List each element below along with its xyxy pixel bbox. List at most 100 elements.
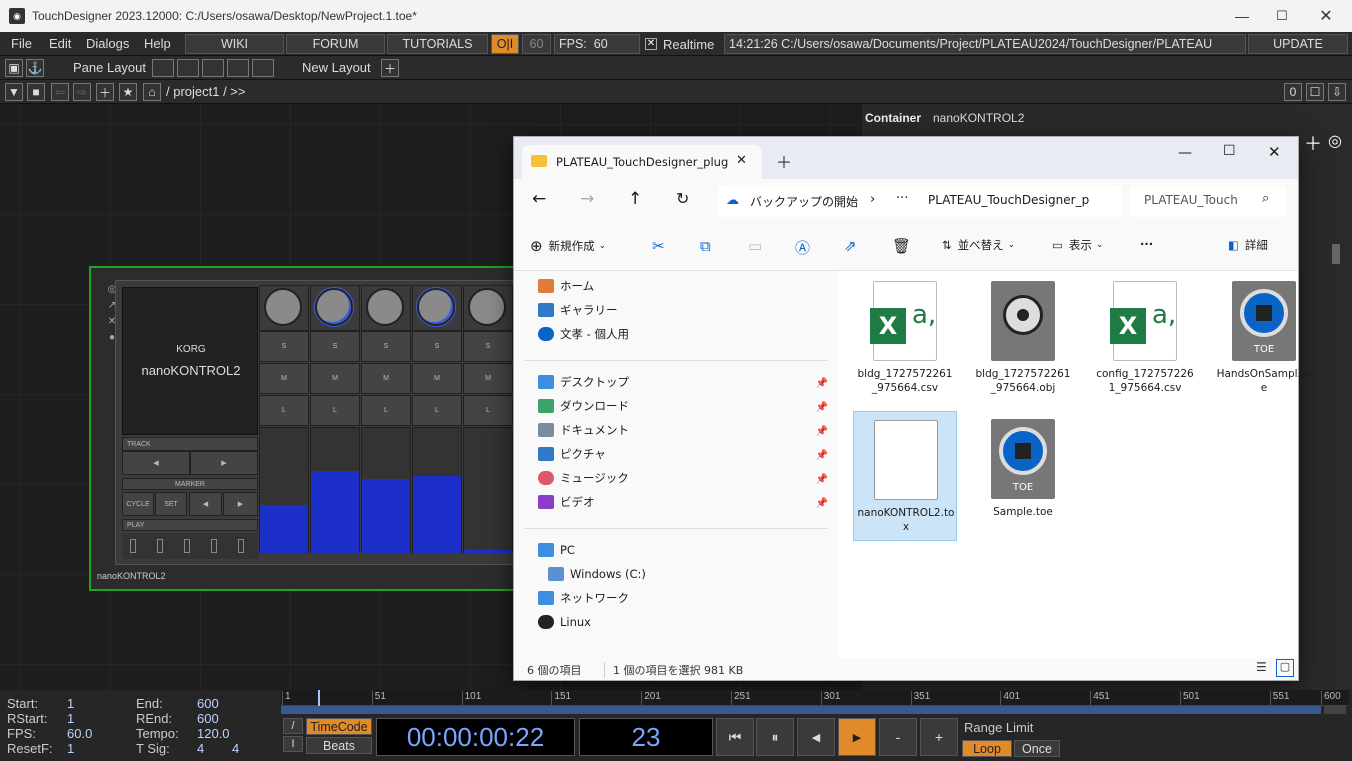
pane-maximize-icon[interactable]: ☐	[1306, 83, 1324, 101]
menu-edit[interactable]: Edit	[49, 36, 71, 51]
wiki-button[interactable]: WIKI	[185, 34, 284, 54]
rstart-value[interactable]: 1	[67, 711, 74, 726]
maximize-button[interactable]: ☐	[1262, 0, 1302, 32]
step-plus-button[interactable]: +	[920, 718, 958, 756]
knob-5[interactable]	[468, 288, 506, 326]
play-button[interactable]: ▶	[838, 718, 876, 756]
explorer-tab[interactable]: PLATEAU_TouchDesigner_plug ✕	[522, 145, 762, 179]
fader-5[interactable]	[464, 550, 512, 553]
rec-button-3[interactable]: L	[361, 395, 411, 426]
layout-three[interactable]	[227, 59, 249, 77]
view-button[interactable]: ▭ 表示 ⌄	[1052, 237, 1103, 253]
fader-1[interactable]	[260, 505, 308, 553]
loop-toggle[interactable]: Loop	[962, 740, 1012, 757]
marker-next-button[interactable]: ▶	[223, 492, 258, 516]
tempo-value[interactable]: 120.0	[197, 726, 230, 741]
start-value[interactable]: 1	[67, 696, 74, 711]
knob-1[interactable]	[264, 288, 302, 326]
more-options-button[interactable]: ···	[1140, 237, 1153, 251]
pause-button[interactable]: ⏸	[756, 718, 794, 756]
menu-file[interactable]: File	[11, 36, 32, 51]
nav-gallery[interactable]: ギャラリー	[538, 299, 618, 321]
transport-button-2[interactable]	[157, 539, 163, 553]
solo-button-4[interactable]: S	[412, 331, 462, 362]
rend-value[interactable]: 600	[197, 711, 219, 726]
knob-2[interactable]	[315, 288, 353, 326]
tab-close-icon[interactable]: ✕	[736, 153, 747, 168]
rec-button-5[interactable]: L	[463, 395, 513, 426]
transport-button-4[interactable]	[211, 539, 217, 553]
menu-help[interactable]: Help	[144, 36, 171, 51]
explorer-close-icon[interactable]: ✕	[1268, 143, 1281, 161]
step-minus-button[interactable]: -	[879, 718, 917, 756]
delete-icon[interactable]: 🗑	[892, 237, 911, 255]
rewind-button[interactable]: ⏮	[716, 718, 754, 756]
realtime-checkbox[interactable]: ✕	[645, 38, 657, 50]
breadcrumb-more-icon[interactable]: ···	[896, 191, 908, 206]
nav-onedrive[interactable]: 文孝 - 個人用	[538, 323, 629, 345]
cut-icon[interactable]: ✂	[652, 237, 665, 255]
home-icon[interactable]: ⌂	[143, 83, 161, 101]
file-item[interactable]: TOE HandsOnSampl.toe	[1212, 273, 1316, 403]
nav-desktop[interactable]: デスクトップ	[538, 371, 629, 393]
refresh-icon[interactable]: ↻	[676, 189, 689, 208]
timecode-toggle[interactable]: TimeCode	[306, 718, 372, 735]
set-button[interactable]: SET	[155, 492, 187, 516]
back-icon[interactable]: ←	[532, 189, 546, 209]
layout-split-h[interactable]	[202, 59, 224, 77]
back-arrow-icon[interactable]: ⇦	[51, 83, 69, 101]
new-button[interactable]: ⊕ 新規作成 ⌄	[530, 237, 606, 255]
nav-videos[interactable]: ビデオ	[538, 491, 595, 513]
marker-prev-button[interactable]: ◀	[189, 492, 222, 516]
address-field[interactable]: ☁ バックアップの開始 › ··· PLATEAU_TouchDesigner_…	[718, 185, 1122, 217]
fps-value[interactable]: 60.0	[67, 726, 92, 741]
file-item[interactable]: bldg_1727572261_975664.obj	[971, 273, 1075, 403]
solo-button-2[interactable]: S	[310, 331, 360, 362]
file-item[interactable]: nanoKONTROL2.tox	[853, 411, 957, 541]
range-bar-end[interactable]	[1324, 706, 1346, 714]
panel-add-icon[interactable]: ＋	[1304, 130, 1322, 156]
resetf-value[interactable]: 1	[67, 741, 74, 756]
nanokontrol2-container-node[interactable]: ◎ ↗ ✕ ● KORG nanoKONTROL2 TRACK ◀ ▶ MARKER …	[89, 266, 535, 591]
nav-linux[interactable]: Linux	[538, 611, 591, 633]
end-value[interactable]: 600	[197, 696, 219, 711]
rename-icon[interactable]: Ⓐ	[795, 237, 810, 258]
sort-button[interactable]: ⇅ 並べ替え ⌄	[942, 237, 1015, 253]
search-field[interactable]: PLATEAU_Touch ⌕	[1130, 185, 1286, 217]
fader-2[interactable]	[311, 471, 359, 553]
star-icon[interactable]: ★	[119, 83, 137, 101]
network-path[interactable]: / project1 / >>	[166, 84, 246, 99]
fader-3[interactable]	[362, 479, 410, 553]
pane-split-icon[interactable]: ⇩	[1328, 83, 1346, 101]
knob-3[interactable]	[366, 288, 404, 326]
breadcrumb-path[interactable]: PLATEAU_TouchDesigner_p	[928, 193, 1089, 207]
playhead[interactable]	[318, 690, 320, 706]
nav-network[interactable]: ネットワーク	[538, 587, 629, 609]
knob-4[interactable]	[417, 288, 455, 326]
update-button[interactable]: UPDATE	[1248, 34, 1348, 54]
solo-button-3[interactable]: S	[361, 331, 411, 362]
transport-button-1[interactable]	[130, 539, 136, 553]
share-icon[interactable]: ⇗	[844, 237, 857, 255]
explorer-maximize-icon[interactable]: ☐	[1223, 143, 1236, 159]
nav-home[interactable]: ホーム	[538, 275, 594, 297]
tsig-denominator[interactable]: 4	[232, 741, 239, 756]
forum-button[interactable]: FORUM	[286, 34, 385, 54]
mute-button-3[interactable]: M	[361, 363, 411, 394]
tsig-numerator[interactable]: 4	[197, 741, 204, 756]
copy-icon[interactable]: ⧉	[700, 237, 711, 255]
frame-display[interactable]: 23	[579, 718, 713, 756]
forward-icon[interactable]: →	[580, 189, 594, 209]
rec-button-4[interactable]: L	[412, 395, 462, 426]
new-tab-icon[interactable]: ＋	[776, 149, 792, 173]
nav-pictures[interactable]: ピクチャ	[538, 443, 606, 465]
add-icon[interactable]: ＋	[96, 83, 114, 101]
explorer-minimize-icon[interactable]: —	[1178, 145, 1192, 161]
new-layout-add-icon[interactable]: ＋	[381, 59, 399, 77]
file-item[interactable]: TOE Sample.toe	[971, 411, 1075, 541]
timeline-ruler[interactable]: 1 51 101 151 201 251 301 351 401 451 501 551 600	[281, 690, 1349, 706]
tutorials-button[interactable]: TUTORIALS	[387, 34, 488, 54]
step-back-button[interactable]: ◀	[797, 718, 835, 756]
mute-button-1[interactable]: M	[259, 363, 309, 394]
fader-4[interactable]	[413, 476, 461, 553]
